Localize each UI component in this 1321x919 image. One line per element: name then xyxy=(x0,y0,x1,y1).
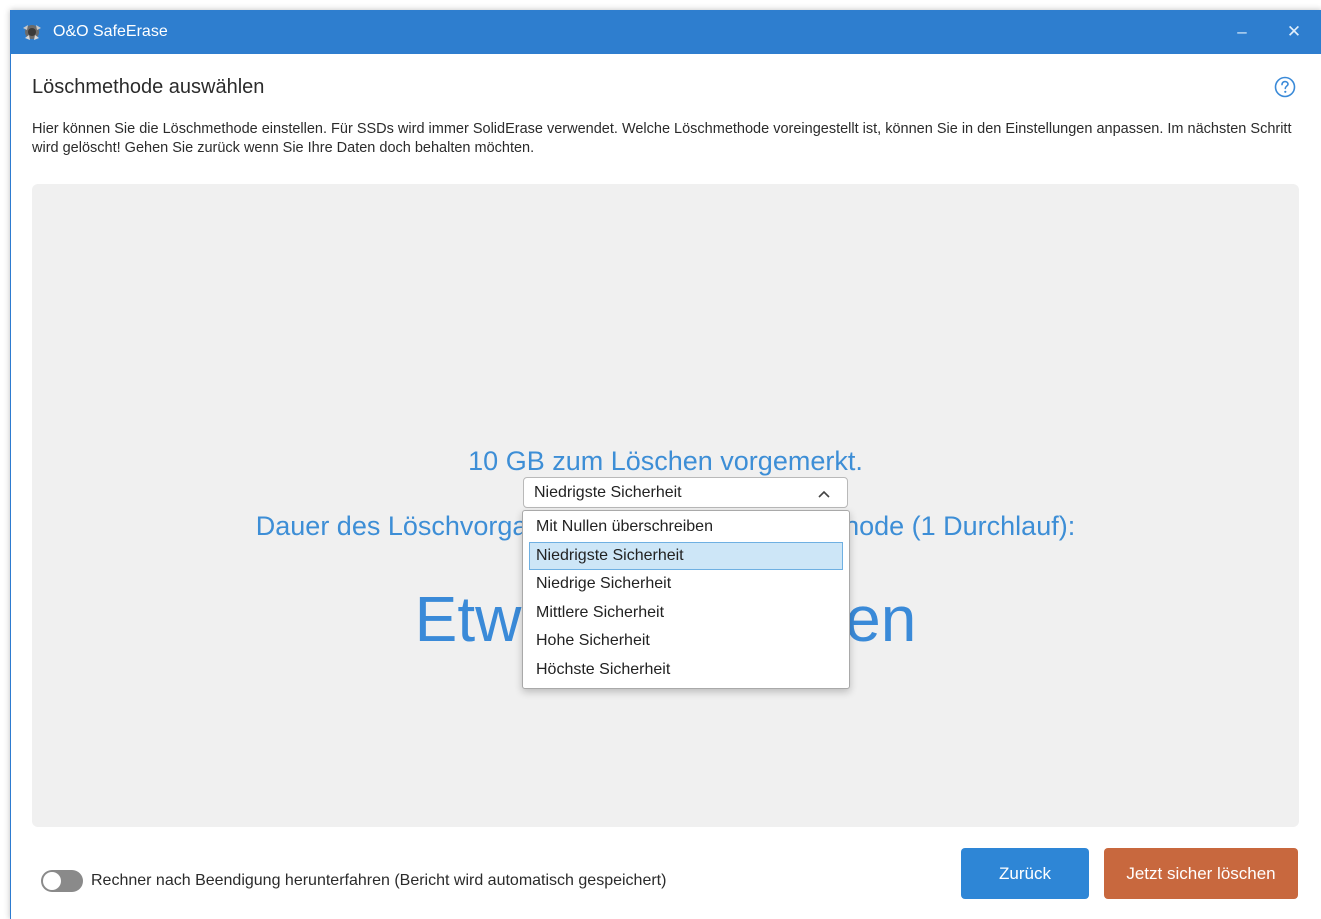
erase-method-select[interactable]: Niedrigste Sicherheit xyxy=(523,477,848,508)
close-button[interactable]: ✕ xyxy=(1272,10,1316,54)
option-high-security[interactable]: Hohe Sicherheit xyxy=(529,627,843,655)
option-lowest-security[interactable]: Niedrigste Sicherheit xyxy=(529,542,843,570)
toggle-knob xyxy=(43,872,61,890)
page-description: Hier können Sie die Löschmethode einstel… xyxy=(32,121,1292,156)
erase-method-dropdown: Mit Nullen überschreiben Niedrigste Sich… xyxy=(522,510,850,689)
minimize-button[interactable]: – xyxy=(1220,10,1264,54)
help-icon[interactable] xyxy=(1274,76,1296,98)
selected-size-text: 10 GB zum Löschen vorgemerkt. xyxy=(468,446,863,476)
erase-now-button[interactable]: Jetzt sicher löschen xyxy=(1104,848,1298,899)
shutdown-label: Rechner nach Beendigung herunterfahren (… xyxy=(91,872,667,889)
erase-method-selected-value: Niedrigste Sicherheit xyxy=(534,484,682,501)
close-icon: ✕ xyxy=(1286,22,1302,41)
option-highest-security[interactable]: Höchste Sicherheit xyxy=(529,656,843,684)
title-bar[interactable]: O&O SafeErase – ✕ xyxy=(11,10,1321,54)
option-low-security[interactable]: Niedrige Sicherheit xyxy=(529,570,843,598)
window-title: O&O SafeErase xyxy=(53,23,168,40)
chevron-up-icon xyxy=(818,490,830,498)
option-zeros[interactable]: Mit Nullen überschreiben xyxy=(529,513,843,541)
option-medium-security[interactable]: Mittlere Sicherheit xyxy=(529,599,843,627)
shutdown-toggle[interactable] xyxy=(41,870,83,892)
app-window: O&O SafeErase – ✕ Löschmethode auswählen… xyxy=(10,10,1321,919)
minimize-icon: – xyxy=(1237,22,1247,41)
back-button[interactable]: Zurück xyxy=(961,848,1089,899)
method-panel: 10 GB zum Löschen vorgemerkt. Dauer des … xyxy=(32,184,1299,827)
page-title: Löschmethode auswählen xyxy=(32,76,265,98)
app-logo-icon xyxy=(23,25,41,40)
